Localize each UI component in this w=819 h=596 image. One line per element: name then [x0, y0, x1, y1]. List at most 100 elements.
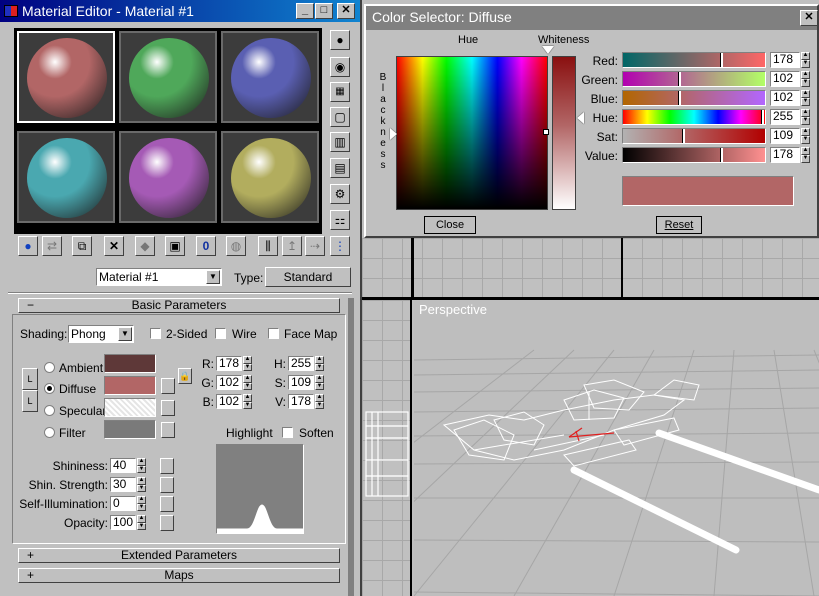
sample-uv-tiling-button[interactable]: ▢ [330, 107, 350, 127]
material-effects-channel-button[interactable]: 0 [196, 236, 216, 256]
whiteness-pointer-icon[interactable] [542, 46, 554, 54]
basic-parameters-rollout[interactable]: − Basic Parameters [18, 298, 340, 313]
maximize-button[interactable]: □ [315, 3, 333, 19]
color-value-field[interactable]: 102 [770, 90, 800, 106]
wire-checkbox[interactable] [215, 328, 226, 339]
color-value-field[interactable]: 102 [770, 71, 800, 87]
color-slider-track[interactable] [622, 128, 766, 144]
face-map-checkbox[interactable] [268, 328, 279, 339]
material-name-field[interactable]: Material #1 [96, 268, 222, 286]
rgb-0-spinner[interactable]: ▲ ▼ [243, 356, 252, 371]
shading-dropdown-arrow[interactable]: ▼ [118, 327, 132, 341]
specular-color-swatch[interactable] [104, 398, 156, 417]
diffuse-color-swatch[interactable] [104, 376, 156, 395]
backlight-button[interactable]: ◉ [330, 57, 350, 77]
two-sided-checkbox[interactable] [150, 328, 161, 339]
material-name-dropdown-arrow[interactable]: ▼ [206, 270, 220, 284]
rgb-2-field[interactable]: 102 [216, 394, 242, 409]
put-to-library-button[interactable]: ▣ [165, 236, 185, 256]
hue-pointer-icon[interactable] [543, 129, 549, 135]
show-map-in-viewport-button[interactable]: ◍ [226, 236, 246, 256]
maps-rollout[interactable]: + Maps [18, 568, 340, 583]
hsv-2-field[interactable]: 178 [288, 394, 314, 409]
diffuse-radio[interactable] [44, 383, 55, 394]
color-slider-thumb[interactable] [682, 129, 685, 143]
soften-checkbox[interactable] [282, 427, 293, 438]
background-checker-button[interactable]: ▦ [330, 82, 350, 102]
sample-slot[interactable] [119, 131, 217, 223]
param-0-spinner[interactable]: ▲ ▼ [137, 458, 146, 473]
hsv-0-field[interactable]: 255 [288, 356, 314, 371]
color-value-field[interactable]: 255 [770, 109, 800, 125]
panel-scrollbar[interactable] [348, 298, 354, 596]
make-copy-button[interactable]: ◆ [135, 236, 155, 256]
go-forward-sibling-button[interactable]: ⇢ [305, 236, 325, 256]
whiteness-strip[interactable] [552, 56, 576, 210]
color-slider-thumb[interactable] [678, 91, 681, 105]
put-to-scene-button[interactable]: ⇄ [42, 236, 62, 256]
select-by-material-button[interactable]: ⚏ [330, 210, 350, 230]
close-window-button[interactable]: ✕ [337, 3, 355, 19]
rgb-0-field[interactable]: 178 [216, 356, 242, 371]
color-value-field[interactable]: 109 [770, 128, 800, 144]
color-slider-thumb[interactable] [720, 53, 723, 67]
lock-diffuse-specular-button[interactable]: L [22, 390, 38, 412]
assign-to-selection-button[interactable]: ⧉ [72, 236, 92, 256]
rgb-2-spinner[interactable]: ▲ ▼ [243, 394, 252, 409]
param-map-button[interactable] [160, 496, 174, 512]
specular-radio[interactable] [44, 405, 55, 416]
video-color-check-button[interactable]: ▥ [330, 132, 350, 152]
color-value-spinner[interactable]: ▲ ▼ [801, 90, 810, 106]
go-to-parent-button[interactable]: ↥ [282, 236, 302, 256]
color-slider-thumb[interactable] [720, 148, 723, 162]
hsv-2-spinner[interactable]: ▲ ▼ [315, 394, 324, 409]
param-2-spinner[interactable]: ▲ ▼ [137, 496, 146, 511]
specular-map-button[interactable] [161, 400, 175, 416]
diffuse-map-button[interactable] [161, 378, 175, 394]
hsv-1-field[interactable]: 109 [288, 375, 314, 390]
color-slider-thumb[interactable] [678, 72, 681, 86]
color-value-field[interactable]: 178 [770, 52, 800, 68]
filter-map-button[interactable] [161, 422, 175, 438]
rgb-1-field[interactable]: 102 [216, 375, 242, 390]
param-map-button[interactable] [160, 477, 174, 493]
color-value-field[interactable]: 178 [770, 147, 800, 163]
hue-blackness-field[interactable] [396, 56, 548, 210]
param-3-field[interactable]: 100 [110, 515, 136, 530]
sample-slot[interactable] [221, 31, 319, 123]
color-value-spinner[interactable]: ▲ ▼ [801, 52, 810, 68]
color-slider-track[interactable] [622, 52, 766, 68]
padlock-icon[interactable]: 🔒 [178, 368, 192, 384]
get-material-button[interactable]: ● [18, 236, 38, 256]
hsv-0-spinner[interactable]: ▲ ▼ [315, 356, 324, 371]
param-0-field[interactable]: 40 [110, 458, 136, 473]
lock-ambient-diffuse-button[interactable]: L [22, 368, 38, 390]
rgb-1-spinner[interactable]: ▲ ▼ [243, 375, 252, 390]
color-slider-thumb[interactable] [761, 110, 764, 124]
param-1-field[interactable]: 30 [110, 477, 136, 492]
extended-parameters-rollout[interactable]: + Extended Parameters [18, 548, 340, 563]
minimize-button[interactable]: _ [296, 3, 314, 19]
reset-button[interactable]: Reset [656, 216, 702, 234]
options-button[interactable]: ⚙ [330, 184, 350, 204]
color-value-spinner[interactable]: ▲ ▼ [801, 147, 810, 163]
reset-material-button[interactable]: ✕ [104, 236, 124, 256]
color-close-button[interactable]: Close [424, 216, 476, 234]
left-viewport[interactable] [362, 300, 412, 596]
color-slider-track[interactable] [622, 147, 766, 163]
hsv-1-spinner[interactable]: ▲ ▼ [315, 375, 324, 390]
sample-slot[interactable] [221, 131, 319, 223]
color-slider-track[interactable] [622, 90, 766, 106]
sample-slot[interactable] [17, 131, 115, 223]
perspective-viewport[interactable]: Perspective [414, 300, 819, 596]
color-value-spinner[interactable]: ▲ ▼ [801, 109, 810, 125]
param-3-spinner[interactable]: ▲ ▼ [137, 515, 146, 530]
material-navigator-button[interactable]: ⋮ [330, 236, 350, 256]
color-selector-titlebar[interactable]: Color Selector: Diffuse [366, 6, 817, 30]
color-slider-track[interactable] [622, 109, 766, 125]
param-1-spinner[interactable]: ▲ ▼ [137, 477, 146, 492]
filter-color-swatch[interactable] [104, 420, 156, 439]
make-preview-button[interactable]: ▤ [330, 158, 350, 178]
param-map-button[interactable] [160, 515, 174, 531]
show-end-result-button[interactable]: ⫼ [258, 236, 278, 256]
